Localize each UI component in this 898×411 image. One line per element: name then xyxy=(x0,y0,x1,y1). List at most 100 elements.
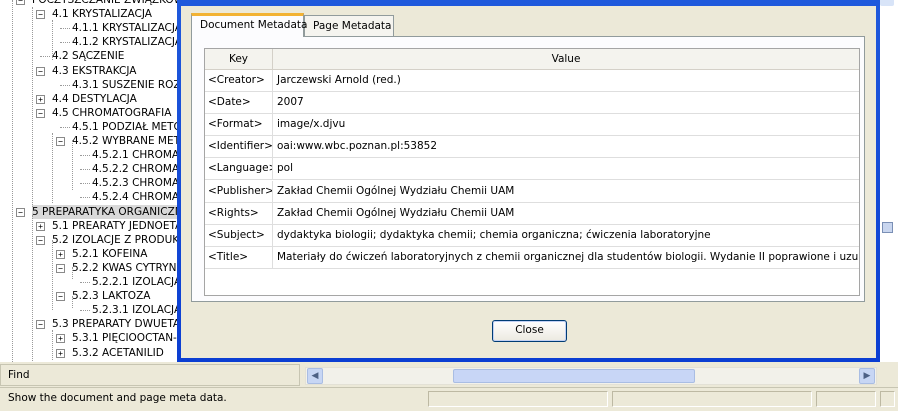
minus-box-icon[interactable]: − xyxy=(56,263,65,273)
status-bar: Show the document and page meta data. xyxy=(0,387,898,411)
minus-box-icon[interactable]: − xyxy=(16,0,25,5)
tree-item-label: 5.2.3.1 IZOLACJA xyxy=(92,304,179,317)
horizontal-scroll-thumb[interactable] xyxy=(453,369,695,383)
plus-box-icon[interactable]: + xyxy=(36,94,45,104)
tree-guide-line xyxy=(52,133,53,203)
tree-guide-line xyxy=(72,140,73,190)
status-panel xyxy=(880,391,895,407)
key-cell: <Publisher> xyxy=(205,180,273,202)
value-cell: 2007 xyxy=(277,96,304,109)
key-cell: <Creator> xyxy=(205,70,273,91)
metadata-table[interactable]: Key Value <Creator> Jarczewski Arnold (re… xyxy=(204,48,860,296)
plus-box-icon[interactable]: + xyxy=(56,249,65,259)
tree-connector xyxy=(80,155,90,157)
value-cell: Materiały do ćwiczeń laboratoryjnych z c… xyxy=(277,250,859,263)
outline-tree[interactable]: − POCZYSZCZANIE ZWIĄZKÓW −4.1 KRYSTALIZACJ… xyxy=(0,0,179,362)
key-cell: <Language> xyxy=(205,158,273,180)
tree-item-label: 4.5.2.1 CHROMAT xyxy=(92,149,179,162)
table-row[interactable]: <Title> Materiały do ćwiczeń laboratoryjn… xyxy=(205,246,859,269)
horizontal-scrollbar[interactable]: ◀ ▶ xyxy=(305,367,877,385)
close-button[interactable]: Close xyxy=(492,320,567,342)
tree-connector xyxy=(80,197,90,199)
key-cell: <Rights> xyxy=(205,202,273,224)
value-cell: Zakład Chemii Ogólnej Wydziału Chemii UA… xyxy=(277,184,515,197)
minus-box-icon[interactable]: − xyxy=(36,108,45,118)
scroll-left-button[interactable]: ◀ xyxy=(307,368,323,384)
triangle-left-icon: ◀ xyxy=(311,371,319,381)
tree-item-label: 4.5.2.4 CHROMAT xyxy=(92,191,179,204)
tree-item-label: 4.5.1 PODZIAŁ METOD xyxy=(72,120,179,133)
minus-box-icon[interactable]: − xyxy=(56,292,65,302)
minus-box-icon[interactable]: − xyxy=(36,235,45,245)
tab-document-metadata[interactable]: Document Metadata xyxy=(191,13,307,37)
value-cell: oai:www.wbc.poznan.pl:53852 xyxy=(277,140,438,153)
tree-item-label: 5.3.2 ACETANILID xyxy=(72,346,164,359)
tree-guide-line xyxy=(52,240,53,310)
value-cell: dydaktyka biologii; dydaktyka chemii; ch… xyxy=(277,228,711,241)
minus-box-icon[interactable]: − xyxy=(56,137,65,146)
tree-item-label: 4.5 CHROMATOGRAFIA xyxy=(52,106,172,119)
minus-box-icon[interactable]: − xyxy=(36,320,45,330)
table-row[interactable]: <Language> pol xyxy=(205,158,859,181)
table-row[interactable]: <Format> image/x.djvu xyxy=(205,114,859,137)
table-row[interactable]: <Rights> Zakład Chemii Ogólnej Wydziału C… xyxy=(205,202,859,225)
background-panel xyxy=(880,0,898,362)
tree-guide-line xyxy=(72,267,73,279)
tree-item-label: 4.4 DESTYLACJA xyxy=(52,92,137,105)
status-panel xyxy=(428,391,608,407)
scroll-right-button[interactable]: ▶ xyxy=(859,368,875,384)
plus-box-icon[interactable]: + xyxy=(56,348,65,358)
status-panel xyxy=(612,391,812,407)
column-header-value[interactable]: Value xyxy=(273,49,859,69)
tree-item-label: 4.5.2.3 CHROMAT xyxy=(92,177,179,190)
tree-guide-line xyxy=(12,0,13,362)
dialog-body: Document Metadata Page Metadata Key Valu… xyxy=(181,6,876,358)
tree-item-label: 5 PREPARATYKA ORGANICZNA xyxy=(32,204,178,219)
tab-page-metadata[interactable]: Page Metadata xyxy=(304,15,394,36)
minus-box-icon[interactable]: − xyxy=(16,207,25,217)
table-row[interactable]: <Date> 2007 xyxy=(205,92,859,115)
tree-guide-line xyxy=(32,215,33,362)
tree-connector xyxy=(60,28,70,30)
plus-box-icon[interactable]: + xyxy=(36,221,45,231)
tree-connector xyxy=(80,169,90,171)
tree-item-label: 5.2 IZOLACJE Z PRODUKTÓ xyxy=(52,233,179,246)
value-cell: Zakład Chemii Ogólnej Wydziału Chemii UA… xyxy=(277,206,515,219)
tree-connector xyxy=(80,282,90,283)
minus-box-icon[interactable]: − xyxy=(36,10,45,20)
tree-guide-line xyxy=(32,7,33,207)
table-row[interactable]: <Subject> dydaktyka biologii; dydaktyka c… xyxy=(205,224,859,247)
close-window-button[interactable] xyxy=(879,0,895,7)
tree-item-label: 4.1.1 KRYSTALIZACJA xyxy=(72,22,179,35)
plus-box-icon[interactable]: + xyxy=(56,334,65,344)
table-header: Key Value xyxy=(205,49,859,70)
tree-item-label: 5.1 PREARATY JEDNOETAP xyxy=(52,219,179,232)
triangle-right-icon: ▶ xyxy=(863,371,871,381)
table-row[interactable]: <Creator> Jarczewski Arnold (red.) xyxy=(205,70,859,92)
table-row[interactable]: <Publisher> Zakład Chemii Ogólnej Wydział… xyxy=(205,180,859,203)
value-cell: image/x.djvu xyxy=(277,118,346,131)
vertical-scroll-thumb[interactable] xyxy=(882,222,893,233)
tree-guide-line xyxy=(72,296,73,308)
value-cell: pol xyxy=(277,162,294,175)
key-cell: <Subject> xyxy=(205,224,273,246)
tree-item-label: 5.2.3 LAKTOZA xyxy=(72,290,151,303)
tab-panel: Key Value <Creator> Jarczewski Arnold (re… xyxy=(191,36,865,302)
key-cell: <Date> xyxy=(205,92,273,114)
find-bar[interactable]: Find xyxy=(0,364,300,386)
minus-box-icon[interactable]: − xyxy=(36,66,45,76)
tree-item-label: 5.2.1 KOFEINA xyxy=(72,247,148,260)
table-row[interactable]: <Identifier> oai:www.wbc.poznan.pl:53852 xyxy=(205,136,859,159)
tree-item-label: POCZYSZCZANIE ZWIĄZKÓW xyxy=(32,0,179,6)
tree-item-label: 4.3 EKSTRAKCJA xyxy=(52,64,137,77)
tree-connector xyxy=(60,42,70,44)
column-header-key[interactable]: Key xyxy=(205,49,273,69)
tree-item-label: 5.2.2 KWAS CYTRYNO xyxy=(72,261,179,274)
tree-connector xyxy=(80,183,90,185)
value-cell: Jarczewski Arnold (red.) xyxy=(277,74,401,86)
tree-connector xyxy=(60,126,70,128)
tree-item-label: 4.5.2 WYBRANE METO xyxy=(72,135,179,147)
key-cell: <Identifier> xyxy=(205,136,273,158)
tree-item-label: 4.1.2 KRYSTALIZACJA xyxy=(72,36,179,49)
key-cell: <Title> xyxy=(205,246,273,268)
